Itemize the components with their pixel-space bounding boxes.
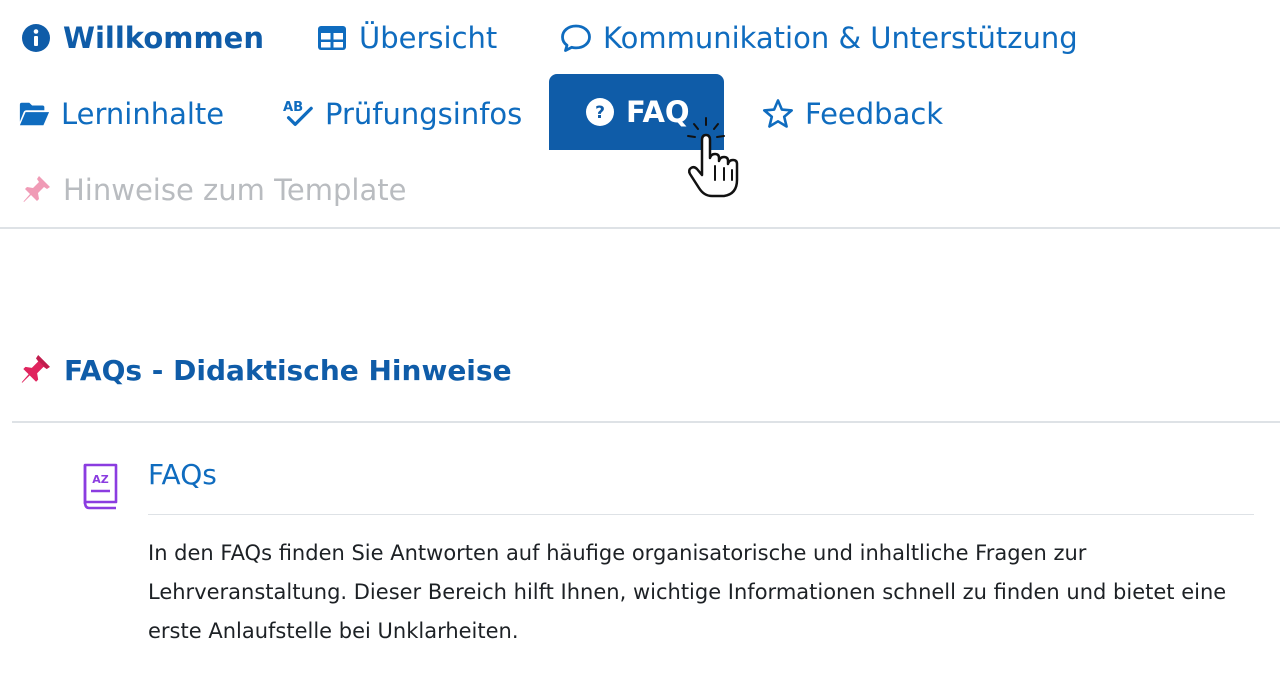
tab-uebersicht[interactable]: Übersicht — [316, 0, 497, 76]
table-icon — [316, 22, 348, 54]
tab-feedback[interactable]: Feedback — [762, 76, 943, 152]
tab-label: Willkommen — [63, 21, 264, 55]
star-icon — [762, 98, 794, 130]
svg-text:AB: AB — [283, 100, 303, 115]
tab-kommunikation[interactable]: Kommunikation & Unterstützung — [560, 0, 1078, 76]
tab-hinweise-template: Hinweise zum Template — [20, 152, 406, 228]
section-divider — [12, 421, 1280, 423]
activity-description: In den FAQs finden Sie Antworten auf häu… — [148, 541, 1227, 643]
svg-text:AZ: AZ — [92, 473, 109, 486]
pushpin-icon — [20, 174, 52, 206]
hand-cursor-icon — [687, 117, 739, 198]
nav-divider — [0, 227, 1280, 229]
tab-pruefungsinfos[interactable]: AB Prüfungsinfos — [282, 76, 522, 152]
tab-label: Feedback — [805, 97, 944, 131]
tab-label: Lerninhalte — [61, 97, 225, 131]
section-title: FAQs - Didaktische Hinweise — [18, 346, 512, 394]
pushpin-icon — [18, 353, 52, 387]
tab-label: Kommunikation & Unterstützung — [603, 21, 1078, 55]
tab-label: Hinweise zum Template — [63, 173, 407, 207]
tab-label: Prüfungsinfos — [325, 97, 523, 131]
tab-label: Übersicht — [359, 21, 498, 55]
tab-willkommen[interactable]: Willkommen — [20, 0, 264, 76]
folder-open-icon — [18, 98, 50, 130]
svg-text:?: ? — [595, 103, 605, 123]
activity-divider — [148, 514, 1254, 515]
glossary-book-icon[interactable]: AZ — [80, 462, 122, 512]
spellcheck-icon: AB — [282, 98, 314, 130]
activity-title-link[interactable]: FAQs — [148, 458, 217, 491]
question-circle-icon: ? — [585, 96, 615, 128]
section-title-text: FAQs - Didaktische Hinweise — [64, 353, 512, 387]
speech-bubble-icon — [560, 22, 592, 54]
tab-lerninhalte[interactable]: Lerninhalte — [18, 76, 224, 152]
info-circle-icon — [20, 22, 52, 54]
tab-label: FAQ — [626, 95, 690, 129]
